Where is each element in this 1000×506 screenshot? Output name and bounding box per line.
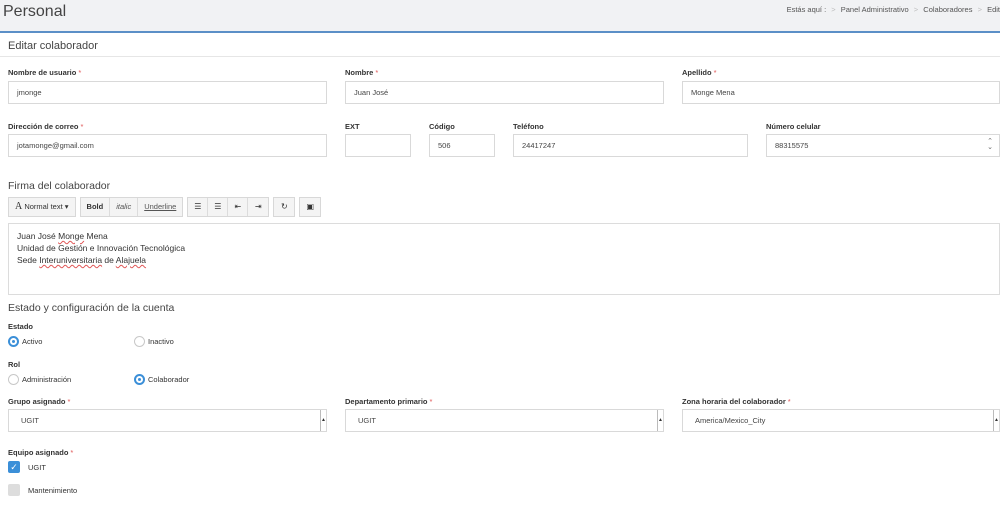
text-format-group: Bold italic Underline <box>79 197 184 217</box>
breadcrumb-separator-icon: > <box>831 5 836 14</box>
department-select[interactable]: UGIT ▲ <box>345 409 664 432</box>
mobile-field[interactable]: 88315575 ⌃ ⌄ <box>766 134 1000 157</box>
surname-field[interactable]: Monge Mena <box>682 81 1000 104</box>
radio-checked-icon <box>8 336 19 347</box>
signature-section-title: Firma del colaborador <box>8 180 111 192</box>
select-caret-icon: ▲ <box>320 410 326 431</box>
account-section-title: Estado y configuración de la cuenta <box>8 302 175 314</box>
mobile-value: 88315575 <box>775 141 809 150</box>
role-radio-colaborador[interactable]: Colaborador <box>134 374 189 385</box>
radio-checked-icon <box>134 374 145 385</box>
italic-button[interactable]: italic <box>110 198 139 216</box>
select-caret-icon: ▲ <box>993 410 999 431</box>
breadcrumb-item-colaboradores[interactable]: Colaboradores <box>923 5 972 14</box>
signature-line-3: Sede Interuniversitaria de Alajuela <box>17 255 147 265</box>
indent-icon[interactable]: ⇥ <box>248 198 268 216</box>
team-checkbox-ugit[interactable]: ✓ UGIT <box>8 461 46 473</box>
editor-toolbar: A Normal text ▾ Bold italic Underline ☰ … <box>8 197 322 217</box>
team-checkbox-mantenimiento[interactable]: Mantenimiento <box>8 484 77 496</box>
font-style-dropdown[interactable]: A Normal text ▾ <box>9 198 75 216</box>
name-field[interactable]: Juan José <box>345 81 664 104</box>
panel-title: Editar colaborador <box>8 40 98 52</box>
image-icon[interactable]: ▣ <box>300 198 320 216</box>
breadcrumb-item-panel[interactable]: Panel Administrativo <box>841 5 909 14</box>
status-label: Estado <box>8 322 34 331</box>
email-field[interactable]: jotamonge@gmail.com <box>8 134 327 157</box>
checkbox-checked-icon: ✓ <box>8 461 20 473</box>
group-select[interactable]: UGIT ▲ <box>8 409 327 432</box>
email-label: Dirección de correo * <box>8 122 84 131</box>
breadcrumb-separator-icon: > <box>913 5 919 14</box>
radio-unchecked-icon <box>134 336 145 347</box>
font-glyph-icon: A <box>15 201 23 212</box>
code-label: Código <box>429 122 455 131</box>
list-group: ☰ ☰ ⇤ ⇥ <box>187 197 270 217</box>
ext-label: EXT <box>345 122 360 131</box>
status-radio-activo[interactable]: Activo <box>8 336 42 347</box>
role-radio-administracion[interactable]: Administración <box>8 374 71 385</box>
breadcrumb-lead: Estás aquí : <box>786 5 827 14</box>
checkbox-unchecked-icon <box>8 484 20 496</box>
select-caret-icon: ▲ <box>657 410 663 431</box>
link-group: ↻ <box>273 197 296 217</box>
username-label: Nombre de usuario * <box>8 68 82 77</box>
numbered-list-icon[interactable]: ☰ <box>208 198 229 216</box>
code-field[interactable]: 506 <box>429 134 495 157</box>
surname-label: Apellido * <box>682 68 717 77</box>
outdent-icon[interactable]: ⇤ <box>228 198 249 216</box>
link-icon[interactable]: ↻ <box>274 198 294 216</box>
status-radio-inactivo[interactable]: Inactivo <box>134 336 174 347</box>
phone-label: Teléfono <box>513 122 544 131</box>
timezone-select[interactable]: America/Mexico_City ▲ <box>682 409 1000 432</box>
breadcrumb-separator-icon: > <box>977 5 982 14</box>
phone-field[interactable]: 24417247 <box>513 134 748 157</box>
font-style-group: A Normal text ▾ <box>8 197 76 217</box>
group-label: Grupo asignado * <box>8 397 71 406</box>
username-field[interactable]: jmonge <box>8 81 327 104</box>
spinner-arrows-icon[interactable]: ⌃ ⌄ <box>987 138 993 151</box>
name-label: Nombre * <box>345 68 379 77</box>
department-label: Departamento primario * <box>345 397 433 406</box>
underline-button[interactable]: Underline <box>138 198 182 216</box>
ext-field[interactable] <box>345 134 411 157</box>
breadcrumb-item-edit: Edit <box>987 5 1000 14</box>
timezone-label: Zona horaria del colaborador * <box>682 397 791 406</box>
top-header-bar: Personal Estás aquí : > Panel Administra… <box>0 0 1000 33</box>
image-group: ▣ <box>299 197 322 217</box>
bold-button[interactable]: Bold <box>81 198 111 216</box>
page-title: Personal <box>3 3 67 20</box>
signature-line-1: Juan José Monge Mena <box>17 231 108 241</box>
bullet-list-icon[interactable]: ☰ <box>188 198 209 216</box>
team-label: Equipo asignado * <box>8 448 74 457</box>
signature-editor[interactable]: Juan José Monge Mena Unidad de Gestión e… <box>8 223 1000 295</box>
mobile-label: Número celular <box>766 122 821 131</box>
panel-divider <box>0 56 1000 57</box>
signature-line-2: Unidad de Gestión e Innovación Tecnológi… <box>17 243 186 253</box>
radio-unchecked-icon <box>8 374 19 385</box>
breadcrumb: Estás aquí : > Panel Administrativo > Co… <box>787 5 1000 14</box>
role-label: Rol <box>8 360 21 369</box>
